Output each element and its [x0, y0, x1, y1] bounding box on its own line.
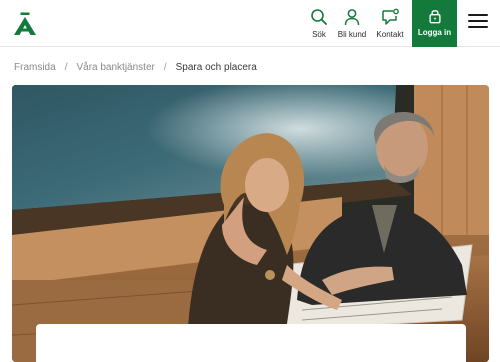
nav-become-customer[interactable]: Bli kund: [333, 0, 371, 47]
hamburger-menu-icon[interactable]: [468, 14, 488, 32]
site-header: Sök Bli kund Kontakt Logga in: [0, 0, 500, 47]
nav-search[interactable]: Sök: [305, 0, 333, 47]
breadcrumb-current: Spara och placera: [175, 61, 257, 73]
breadcrumb-separator: /: [64, 61, 68, 73]
nav-contact-label: Kontakt: [376, 30, 404, 39]
breadcrumb: Framsida / Våra banktjänster / Spara och…: [14, 60, 257, 74]
hero-photo: [12, 85, 489, 362]
search-icon: [311, 9, 327, 25]
login-label: Logga in: [417, 28, 452, 37]
chat-bubble-icon: [382, 8, 399, 25]
content-card: [36, 324, 466, 362]
login-button[interactable]: Logga in: [412, 0, 457, 47]
handelsbanken-logo[interactable]: [12, 12, 38, 36]
breadcrumb-home[interactable]: Framsida: [14, 62, 56, 73]
nav-become-customer-label: Bli kund: [337, 30, 367, 39]
breadcrumb-separator: /: [163, 61, 167, 73]
nav-contact[interactable]: Kontakt: [373, 0, 407, 47]
hero-image: [12, 85, 489, 362]
person-icon: [344, 9, 360, 26]
breadcrumb-bank-services[interactable]: Våra banktjänster: [76, 62, 154, 73]
lock-icon: [428, 10, 441, 24]
nav-search-label: Sök: [312, 30, 326, 39]
